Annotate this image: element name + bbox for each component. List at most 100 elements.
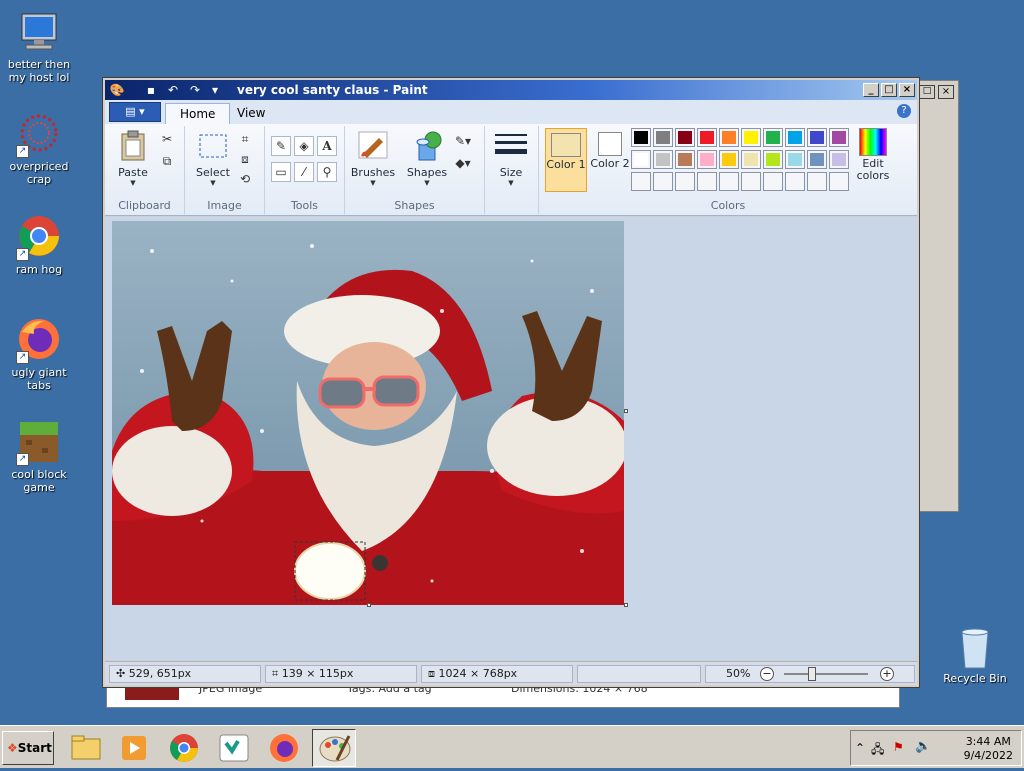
color1-button[interactable]: Color 1 xyxy=(545,128,587,192)
palette-empty-swatch[interactable] xyxy=(653,172,673,191)
title-bar[interactable]: 🎨 ▪ ↶ ↷ ▾ very cool santy claus - Paint … xyxy=(105,80,917,100)
chrome-icon xyxy=(170,734,198,762)
zoom-slider-thumb[interactable] xyxy=(808,667,816,681)
close-icon[interactable]: × xyxy=(938,85,954,99)
palette-empty-swatch[interactable] xyxy=(807,172,827,191)
palette-empty-swatch[interactable] xyxy=(763,172,783,191)
palette-empty-swatch[interactable] xyxy=(829,172,849,191)
text-icon[interactable]: A xyxy=(317,136,337,156)
resize-handle[interactable] xyxy=(624,409,628,413)
brushes-button[interactable]: Brushes ▼ xyxy=(349,130,397,187)
desktop-icon-chrome[interactable]: ↗ ram hog xyxy=(0,215,78,276)
palette-empty-swatch[interactable] xyxy=(631,172,651,191)
select-icon xyxy=(197,130,229,162)
clock[interactable]: 3:44 AM 9/4/2022 xyxy=(964,735,1013,763)
minimize-button[interactable]: _ xyxy=(863,83,879,97)
shapes-button[interactable]: Shapes ▼ xyxy=(403,130,451,187)
palette-swatch[interactable] xyxy=(741,150,761,169)
maximize-icon[interactable]: □ xyxy=(919,85,935,99)
taskbar-firefox[interactable] xyxy=(262,729,306,767)
taskbar-vscode[interactable] xyxy=(212,729,256,767)
palette-swatch[interactable] xyxy=(697,128,717,147)
taskbar-explorer[interactable] xyxy=(64,729,108,767)
palette-swatch[interactable] xyxy=(719,150,739,169)
taskbar-chrome[interactable] xyxy=(162,729,206,767)
resize-handle[interactable] xyxy=(367,603,371,607)
palette-swatch[interactable] xyxy=(785,150,805,169)
help-icon[interactable]: ? xyxy=(897,104,911,118)
palette-swatch[interactable] xyxy=(763,150,783,169)
palette-swatch[interactable] xyxy=(631,150,651,169)
tab-home[interactable]: Home xyxy=(165,103,231,124)
palette-swatch[interactable] xyxy=(829,150,849,169)
redo-icon[interactable]: ↷ xyxy=(187,83,203,97)
taskbar-paint[interactable] xyxy=(312,729,356,767)
desktop-icon-firefox[interactable]: ↗ ugly giant tabs xyxy=(0,318,78,392)
size-group[interactable]: Size ▼ xyxy=(485,126,539,214)
select-button[interactable]: Select ▼ xyxy=(191,130,235,187)
start-button[interactable]: ❖Start xyxy=(2,731,54,765)
firefox-icon: ↗ xyxy=(16,318,62,364)
show-hidden-icons[interactable]: ⌃ xyxy=(855,741,865,755)
palette-swatch[interactable] xyxy=(785,128,805,147)
background-window[interactable]: □ × xyxy=(915,80,959,512)
paint-palette-icon xyxy=(319,735,351,762)
fill-shape-icon[interactable]: ◆▾ xyxy=(453,154,473,174)
network-icon[interactable]: 🖧 xyxy=(871,740,884,761)
paint-menu-button[interactable]: ▤ ▾ xyxy=(109,102,161,122)
palette-empty-swatch[interactable] xyxy=(719,172,739,191)
maximize-button[interactable]: □ xyxy=(881,83,897,97)
santa-image[interactable] xyxy=(112,221,624,605)
resize-handle[interactable] xyxy=(624,603,628,607)
action-center-icon[interactable]: ⚑ xyxy=(893,740,904,754)
paint-app-icon[interactable]: 🎨 xyxy=(109,83,125,97)
recycle-bin-icon xyxy=(952,624,998,670)
taskbar-media[interactable] xyxy=(112,729,156,767)
close-button[interactable]: × xyxy=(899,83,915,97)
zoom-out-icon[interactable]: − xyxy=(760,667,774,681)
zoom-slider[interactable] xyxy=(784,673,868,675)
fill-icon[interactable]: ◈ xyxy=(294,136,314,156)
palette-swatch[interactable] xyxy=(719,128,739,147)
palette-empty-swatch[interactable] xyxy=(697,172,717,191)
paste-button[interactable]: Paste ▼ xyxy=(111,130,155,187)
palette-swatch[interactable] xyxy=(763,128,783,147)
eraser-icon[interactable]: ▭ xyxy=(271,162,291,182)
customize-qat-icon[interactable]: ▾ xyxy=(207,83,223,97)
crop-icon[interactable]: ⌗ xyxy=(235,130,255,150)
palette-swatch[interactable] xyxy=(675,128,695,147)
palette-swatch[interactable] xyxy=(807,128,827,147)
volume-icon[interactable]: 🔈 xyxy=(915,739,931,754)
palette-swatch[interactable] xyxy=(807,150,827,169)
palette-swatch[interactable] xyxy=(631,128,651,147)
palette-empty-swatch[interactable] xyxy=(675,172,695,191)
desktop-icon-minecraft[interactable]: ↗ cool block game xyxy=(0,420,78,494)
magnifier-icon[interactable]: ⚲ xyxy=(317,162,337,182)
pencil-icon[interactable]: ✎ xyxy=(271,136,291,156)
desktop-icon-recycle-bin[interactable]: Recycle Bin xyxy=(936,624,1014,685)
cut-icon[interactable]: ✂ xyxy=(157,130,177,150)
save-icon[interactable]: ▪ xyxy=(143,83,159,97)
palette-swatch[interactable] xyxy=(829,128,849,147)
edit-colors-button[interactable]: Edit colors xyxy=(851,128,895,182)
size-button[interactable]: Size ▼ xyxy=(491,130,531,187)
palette-swatch[interactable] xyxy=(675,150,695,169)
palette-empty-swatch[interactable] xyxy=(785,172,805,191)
palette-swatch[interactable] xyxy=(697,150,717,169)
copy-icon[interactable]: ⧉ xyxy=(157,152,177,172)
color-picker-icon[interactable]: ⁄ xyxy=(294,162,314,182)
palette-swatch[interactable] xyxy=(741,128,761,147)
palette-swatch[interactable] xyxy=(653,128,673,147)
tab-view[interactable]: View xyxy=(223,103,279,124)
color2-button[interactable]: Color 2 xyxy=(589,130,631,170)
rotate-icon[interactable]: ⟲ xyxy=(235,170,255,190)
palette-empty-swatch[interactable] xyxy=(741,172,761,191)
undo-icon[interactable]: ↶ xyxy=(165,83,181,97)
palette-swatch[interactable] xyxy=(653,150,673,169)
canvas-area[interactable] xyxy=(105,217,917,660)
resize-icon[interactable]: ⧈ xyxy=(235,150,255,170)
desktop-icon-computer[interactable]: better then my host lol xyxy=(0,10,78,84)
desktop-icon-overpriced[interactable]: ↗ overpriced crap xyxy=(0,112,78,186)
zoom-in-icon[interactable]: + xyxy=(880,667,894,681)
outline-icon[interactable]: ✎▾ xyxy=(453,132,473,152)
